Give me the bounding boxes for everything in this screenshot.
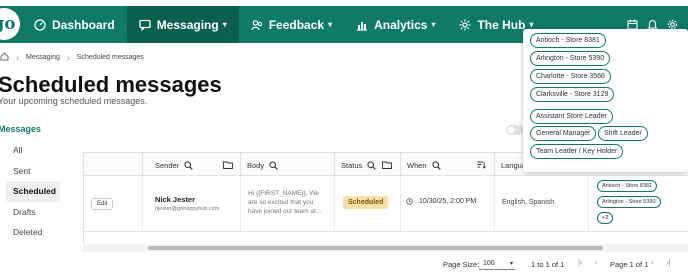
body-preview: Hi {{FIRST_NAME}}, We are so excited tha… [248, 190, 322, 215]
pagination: Page Size: 100 ▾ 1 to 1 of 1 |‹ ‹ Page 1… [0, 255, 688, 274]
sidebar-item-sent[interactable]: Sent [6, 161, 60, 182]
when-value: 10/30/25, 2:00 PM [406, 198, 476, 205]
sidebar-item-drafts[interactable]: Drafts [6, 202, 60, 223]
sidebar-item-scheduled[interactable]: Scheduled [6, 181, 60, 202]
location-tag[interactable]: Charlotte - Store 3566 [530, 69, 611, 84]
nav-feedback-label: Feedback [268, 17, 325, 32]
chevron-right-icon: › [66, 52, 70, 63]
role-tag[interactable]: General Manager [530, 126, 597, 141]
location-tag[interactable]: Clarksville - Store 3129 [530, 87, 615, 102]
recipients-popover: Antioch - Store 8381 Arlington - Store 5… [523, 29, 688, 172]
sort-icon[interactable] [477, 161, 486, 169]
page-indicator: Page 1 of 1 [610, 260, 649, 269]
col-body-label: Body [247, 160, 265, 170]
cell-when: 10/30/25, 2:00 PM [401, 176, 495, 232]
sender-email: njester@gohappyhub.com [155, 206, 220, 212]
page-size-select[interactable]: 100 ▾ [479, 258, 515, 270]
chevron-right-icon: › [16, 52, 19, 63]
status-badge: Scheduled [343, 196, 389, 209]
location-tag[interactable]: Antioch - Store 8381 [597, 180, 658, 192]
page-title: Scheduled messages [0, 72, 222, 97]
sidebar-item-all[interactable]: All [6, 140, 60, 161]
nav-messaging[interactable]: Messaging ▾ [126, 6, 239, 43]
horizontal-scrollbar[interactable] [83, 244, 688, 252]
col-actions-header [84, 153, 143, 177]
sidebar-list: All Sent Scheduled Drafts Deleted [6, 140, 60, 243]
dashboard-icon [34, 18, 46, 31]
gear-hub-icon [459, 19, 471, 31]
role-tag[interactable]: Assistant Store Leader [530, 109, 613, 124]
sidebar-heading: Messages [0, 124, 42, 134]
breadcrumb: › Messaging › Scheduled messages [0, 52, 144, 63]
folder-icon[interactable] [382, 161, 393, 169]
location-tag[interactable]: Antioch - Store 8381 [530, 33, 606, 48]
chevron-down-icon: ▾ [509, 261, 513, 267]
col-status-label: Status [341, 160, 363, 170]
cell-status: Scheduled [335, 176, 401, 232]
app-logo[interactable]: go [0, 8, 20, 40]
next-page-icon[interactable]: › [651, 258, 654, 267]
page-size-label: Page Size: [443, 260, 480, 269]
location-tag[interactable]: Arlington - Store 5390 [530, 51, 611, 66]
nav-the-hub-label: The Hub [477, 17, 526, 32]
nav-analytics-label: Analytics [374, 17, 428, 32]
table-row[interactable]: Edit Nick Jester njester@gohappyhub.com … [84, 176, 688, 232]
cell-locations: Antioch - Store 8381 Arlington - Store 5… [589, 176, 688, 232]
nav-messaging-label: Messaging [156, 17, 219, 32]
chevron-down-icon: ▾ [328, 20, 333, 29]
cell-language: English, Spanish [495, 176, 589, 232]
when-text: 10/30/25, 2:00 PM [419, 198, 477, 205]
prev-page-icon[interactable]: ‹ [595, 258, 598, 267]
nav-analytics[interactable]: Analytics ▾ [344, 6, 447, 43]
nav-feedback[interactable]: Feedback ▾ [239, 6, 344, 43]
breadcrumb-messaging[interactable]: Messaging [26, 54, 60, 61]
col-sender-label: Sender [155, 160, 180, 170]
nav-dashboard[interactable]: Dashboard [22, 6, 127, 43]
breadcrumb-current: Scheduled messages [76, 54, 144, 61]
people-icon [251, 19, 263, 31]
page-subtitle: Your upcoming scheduled messages. [0, 96, 148, 106]
edit-button[interactable]: Edit [91, 198, 114, 210]
folder-icon[interactable] [223, 161, 234, 169]
col-when-header[interactable]: When [401, 153, 495, 177]
search-icon[interactable] [431, 160, 441, 170]
scrollbar-thumb[interactable] [148, 246, 603, 250]
first-page-icon[interactable]: |‹ [578, 258, 583, 267]
chevron-down-icon: ▾ [529, 20, 534, 29]
clock-icon [406, 198, 413, 205]
row-range: 1 to 1 of 1 [531, 260, 565, 269]
location-tag[interactable]: Arlington - Store 5390 [597, 196, 661, 208]
last-page-icon[interactable]: ›| [666, 258, 671, 267]
cell-actions: Edit [84, 176, 143, 232]
page-size-value: 100 [483, 260, 495, 267]
cell-body: Hi {{FIRST_NAME}}, We are so excited tha… [241, 176, 335, 232]
chat-icon [139, 19, 151, 31]
home-icon[interactable] [0, 52, 9, 63]
search-icon[interactable] [184, 160, 193, 170]
more-locations-tag[interactable]: +2 [597, 212, 614, 224]
bar-chart-icon [356, 19, 368, 31]
chevron-down-icon: ▾ [431, 20, 436, 29]
nav-dashboard-label: Dashboard [52, 17, 115, 32]
language-value: English, Spanish [502, 199, 555, 206]
col-body-header[interactable]: Body [241, 153, 335, 177]
role-tag[interactable]: Shift Leader [598, 126, 648, 141]
search-icon[interactable] [269, 160, 278, 170]
col-when-label: When [407, 160, 427, 170]
view-toggle[interactable] [506, 125, 524, 135]
sender-name: Nick Jester [155, 195, 196, 204]
col-status-header[interactable]: Status [335, 153, 401, 177]
role-tag[interactable]: Team Leader / Key Holder [530, 144, 624, 159]
col-sender-header[interactable]: Sender [143, 153, 241, 177]
logo-text: go [0, 14, 16, 34]
chevron-down-icon: ▾ [222, 20, 227, 29]
main-nav: Dashboard Messaging ▾ Feedback ▾ Analyti… [22, 6, 545, 43]
sidebar-item-deleted[interactable]: Deleted [6, 222, 60, 243]
search-icon[interactable] [367, 160, 376, 170]
cell-sender: Nick Jester njester@gohappyhub.com [143, 176, 241, 232]
